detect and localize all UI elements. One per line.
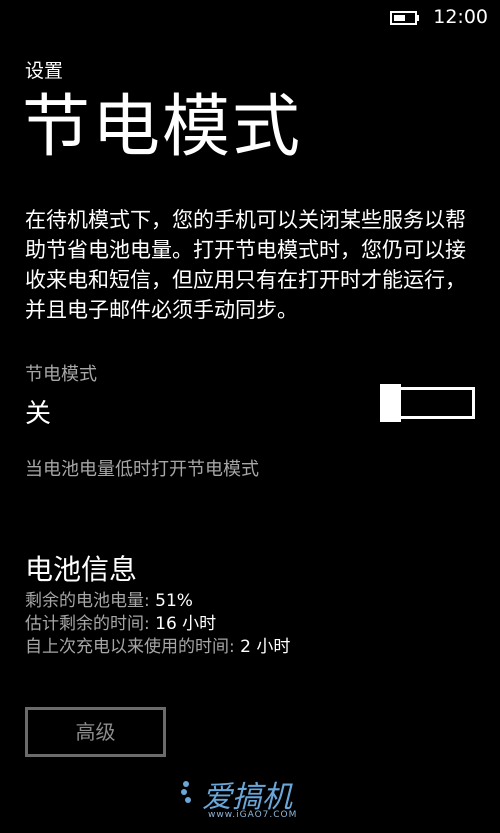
estimated-time-label: 估计剩余的时间: — [25, 614, 156, 634]
remaining-charge-label: 剩余的电池电量: — [25, 591, 156, 611]
time-since-charge-label: 自上次充电以来使用的时间: — [25, 637, 241, 657]
estimated-time-value: 16 小时 — [155, 614, 217, 634]
battery-icon — [390, 11, 419, 25]
description-text: 在待机模式下，您的手机可以关闭某些服务以帮助节省电池电量。打开节电模式时，您仍可… — [25, 208, 466, 322]
toggle-track — [396, 387, 475, 419]
battery-saver-state: 关 — [25, 399, 52, 429]
battery-info-list: 剩余的电池电量: 51% 估计剩余的时间: 16 小时 自上次充电以来使用的时间… — [25, 590, 290, 659]
toggle-thumb[interactable] — [380, 384, 401, 422]
remaining-charge: 剩余的电池电量: 51% — [25, 590, 290, 613]
time-since-charge-value: 2 小时 — [240, 637, 291, 657]
battery-info-heading: 电池信息 — [25, 553, 138, 586]
estimated-time: 估计剩余的时间: 16 小时 — [25, 613, 290, 636]
battery-saver-label: 节电模式 — [25, 364, 97, 385]
battery-saver-toggle[interactable] — [380, 384, 475, 422]
time-since-charge: 自上次充电以来使用的时间: 2 小时 — [25, 636, 290, 659]
settings-label: 设置 — [25, 60, 64, 82]
clock: 12:00 — [433, 6, 488, 28]
status-bar: 12:00 — [0, 0, 500, 36]
page-title: 节电模式 — [22, 88, 303, 167]
watermark-dots-icon — [181, 781, 191, 803]
remaining-charge-value: 51% — [155, 591, 193, 611]
auto-battery-saver-option[interactable]: 当电池电量低时打开节电模式 — [25, 455, 259, 481]
watermark-logo: 爱搞机 www.iGAO7.COM — [180, 772, 330, 828]
watermark-url: www.iGAO7.COM — [208, 810, 298, 820]
advanced-button[interactable]: 高级 — [25, 707, 166, 757]
